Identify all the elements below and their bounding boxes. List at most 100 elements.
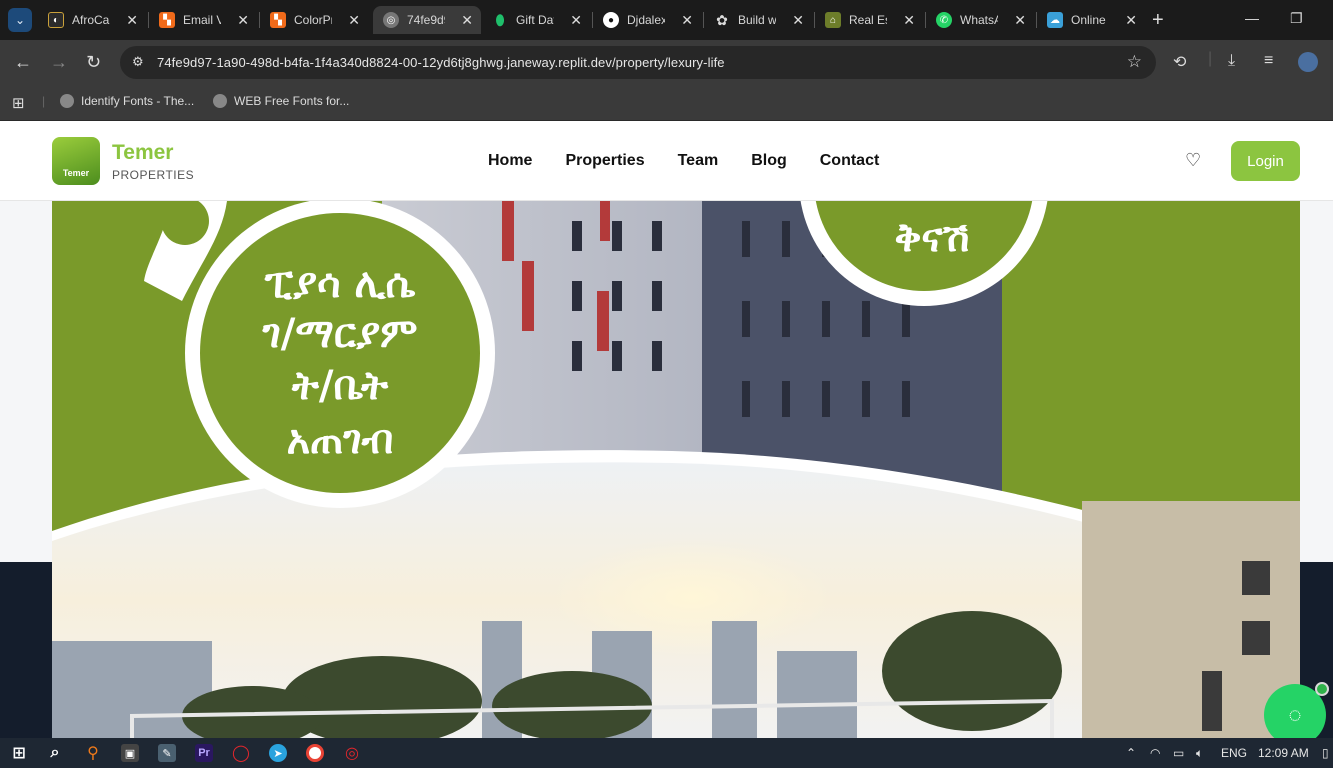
close-tab-icon[interactable]: ✕ — [1125, 12, 1137, 29]
new-tab-button[interactable]: + — [1152, 9, 1164, 32]
search-app-icon[interactable]: ⚲ — [84, 744, 102, 762]
tab-title: Gift Dat — [516, 13, 554, 27]
close-tab-icon[interactable]: ✕ — [792, 12, 804, 29]
close-tab-icon[interactable]: ✕ — [903, 12, 915, 29]
tab-8[interactable]: ✆ WhatsA ✕ — [926, 6, 1034, 34]
nav-home[interactable]: Home — [488, 152, 532, 170]
address-bar[interactable]: ⚙ 74fe9d97-1a90-498d-b4fa-1f4a340d8824-0… — [120, 46, 1156, 79]
browser-tab-strip: ⌄ ◐ AfroCa ✕ ▚ Email V ✕ ▚ ColorPr ✕ ◎ 7… — [0, 0, 1333, 40]
notifications-icon[interactable]: ▯ — [1322, 746, 1329, 760]
tab-title: Real Est — [849, 13, 887, 27]
premiere-pro-icon[interactable]: Pr — [195, 744, 213, 762]
close-tab-icon[interactable]: ✕ — [237, 12, 249, 29]
search-icon[interactable]: ⌕ — [46, 744, 64, 762]
badge2-text: ቅናሽ — [894, 215, 969, 261]
wifi-icon[interactable]: ◠ — [1150, 746, 1160, 760]
tab-title: WhatsA — [960, 13, 998, 27]
chat-bubble-icon: ◌ — [1288, 702, 1302, 727]
temer-logo[interactable]: Temer — [52, 137, 100, 185]
profile-avatar[interactable] — [1298, 52, 1318, 72]
back-arrow-icon[interactable]: ← — [14, 52, 32, 73]
brand-subtitle: PROPERTIES — [112, 168, 195, 182]
tab-3-active[interactable]: ◎ 74fe9d9 ✕ — [373, 6, 481, 34]
tab-title: AfroCa — [72, 13, 110, 27]
close-tab-icon[interactable]: ✕ — [126, 12, 138, 29]
opera-icon[interactable]: ◯ — [232, 744, 250, 762]
bookmark-identify-fonts[interactable]: Identify Fonts - The... — [60, 94, 194, 108]
forward-arrow-icon[interactable]: → — [50, 52, 68, 73]
close-tab-icon[interactable]: ✕ — [1014, 12, 1026, 29]
nav-properties[interactable]: Properties — [565, 152, 644, 170]
download-icon[interactable]: ⤓ — [1228, 52, 1235, 70]
login-button[interactable]: Login — [1231, 141, 1300, 181]
site-header: Temer Temer PROPERTIES Home Properties T… — [0, 121, 1333, 201]
globe-icon — [213, 94, 227, 108]
telegram-icon[interactable]: ➤ — [269, 744, 287, 762]
bookmark-star-icon[interactable]: ☆ — [1127, 52, 1142, 72]
brand-name[interactable]: Temer — [112, 141, 173, 165]
nav-team[interactable]: Team — [678, 152, 719, 170]
main-nav: Home Properties Team Blog Contact — [488, 152, 879, 170]
tab-search-button[interactable]: ⌄ — [8, 8, 32, 32]
bookmark-label: WEB Free Fonts for... — [234, 94, 350, 108]
tab-6[interactable]: ✿ Build w ✕ — [704, 6, 812, 34]
online-status-dot — [1315, 682, 1329, 696]
url-text[interactable]: 74fe9d97-1a90-498d-b4fa-1f4a340d8824-00-… — [157, 55, 725, 70]
media-control-icon[interactable]: ≡ — [1264, 52, 1273, 70]
restore-icon[interactable]: ❐ — [1290, 10, 1303, 27]
bookmark-web-free-fonts[interactable]: WEB Free Fonts for... — [213, 94, 349, 108]
battery-icon[interactable]: ▭ — [1173, 746, 1184, 760]
chrome-icon[interactable] — [306, 744, 324, 762]
logo-text: Temer — [62, 168, 90, 178]
orange-favicon-icon: ▚ — [159, 12, 175, 28]
nav-blog[interactable]: Blog — [751, 152, 787, 170]
badge-line-2: ገ/ማርያም — [261, 311, 417, 357]
nav-contact[interactable]: Contact — [820, 152, 880, 170]
windows-start-icon[interactable]: ⊞ — [10, 744, 28, 762]
tab-5[interactable]: ● Djdalex ✕ — [593, 6, 701, 34]
orange-favicon-icon: ▚ — [270, 12, 286, 28]
apps-grid-icon[interactable]: ⊞ — [12, 94, 25, 112]
bookmark-label: Identify Fonts - The... — [81, 94, 195, 108]
language-indicator[interactable]: ENG — [1221, 746, 1247, 760]
close-tab-icon[interactable]: ✕ — [461, 12, 473, 29]
badge-line-4: አጠገብ — [287, 417, 394, 463]
tray-chevron-icon[interactable]: ⌃ — [1126, 746, 1136, 760]
history-icon[interactable]: ⟲ — [1173, 52, 1186, 72]
tab-title: ColorPr — [294, 13, 332, 27]
close-tab-icon[interactable]: ✕ — [570, 12, 582, 29]
tab-2[interactable]: ▚ ColorPr ✕ — [260, 6, 368, 34]
tab-1[interactable]: ▚ Email V ✕ — [149, 6, 257, 34]
windows-taskbar: ⊞ ⌕ ⚲ ▣ ✎ Pr ◯ ➤ ◎ ⌃ ◠ ▭ 🔈︎ ENG 12:09 AM… — [0, 738, 1333, 768]
github-favicon-icon: ● — [603, 12, 619, 28]
reload-icon[interactable]: ↻ — [86, 52, 101, 73]
close-tab-icon[interactable]: ✕ — [681, 12, 693, 29]
globe-icon — [60, 94, 74, 108]
close-tab-icon[interactable]: ✕ — [348, 12, 360, 29]
tab-0[interactable]: ◐ AfroCa ✕ — [38, 6, 146, 34]
bookmark-divider: | — [42, 94, 46, 108]
tab-4[interactable]: ⬮ Gift Dat ✕ — [482, 6, 590, 34]
badge-line-3: ት/ቤት — [291, 363, 389, 409]
globe-favicon-icon: ◎ — [383, 12, 399, 28]
property-hero-image: ፒያሳ ሊሴ ገ/ማርያም ት/ቤት አጠገብ ቅናሽ — [52, 201, 1300, 738]
tab-7[interactable]: ⌂ Real Est ✕ — [815, 6, 923, 34]
volume-icon[interactable]: 🔈︎ — [1196, 746, 1203, 761]
tab-9[interactable]: ☁ Online ✕ — [1037, 6, 1145, 34]
target-app-icon[interactable]: ◎ — [343, 744, 361, 762]
clock[interactable]: 12:09 AM — [1258, 746, 1309, 760]
house-favicon-icon: ⌂ — [825, 12, 841, 28]
task-view-icon[interactable]: ▣ — [121, 744, 139, 762]
app-icon[interactable]: ✎ — [158, 744, 176, 762]
browser-toolbar: ← → ↻ ⚙ 74fe9d97-1a90-498d-b4fa-1f4a340d… — [0, 40, 1333, 85]
afro-favicon-icon: ◐ — [48, 12, 64, 28]
favorites-heart-icon[interactable]: ♡ — [1185, 150, 1201, 171]
whatsapp-favicon-icon: ✆ — [936, 12, 952, 28]
toolbar-divider: | — [1208, 50, 1213, 67]
site-info-icon[interactable]: ⚙ — [132, 54, 144, 70]
tab-title: 74fe9d9 — [407, 13, 445, 27]
badge-line-1: ፒያሳ ሊሴ — [264, 261, 416, 307]
tab-title: Djdalex — [627, 13, 665, 27]
minimize-icon[interactable]: — — [1245, 10, 1259, 26]
tab-title: Build w — [738, 13, 776, 27]
